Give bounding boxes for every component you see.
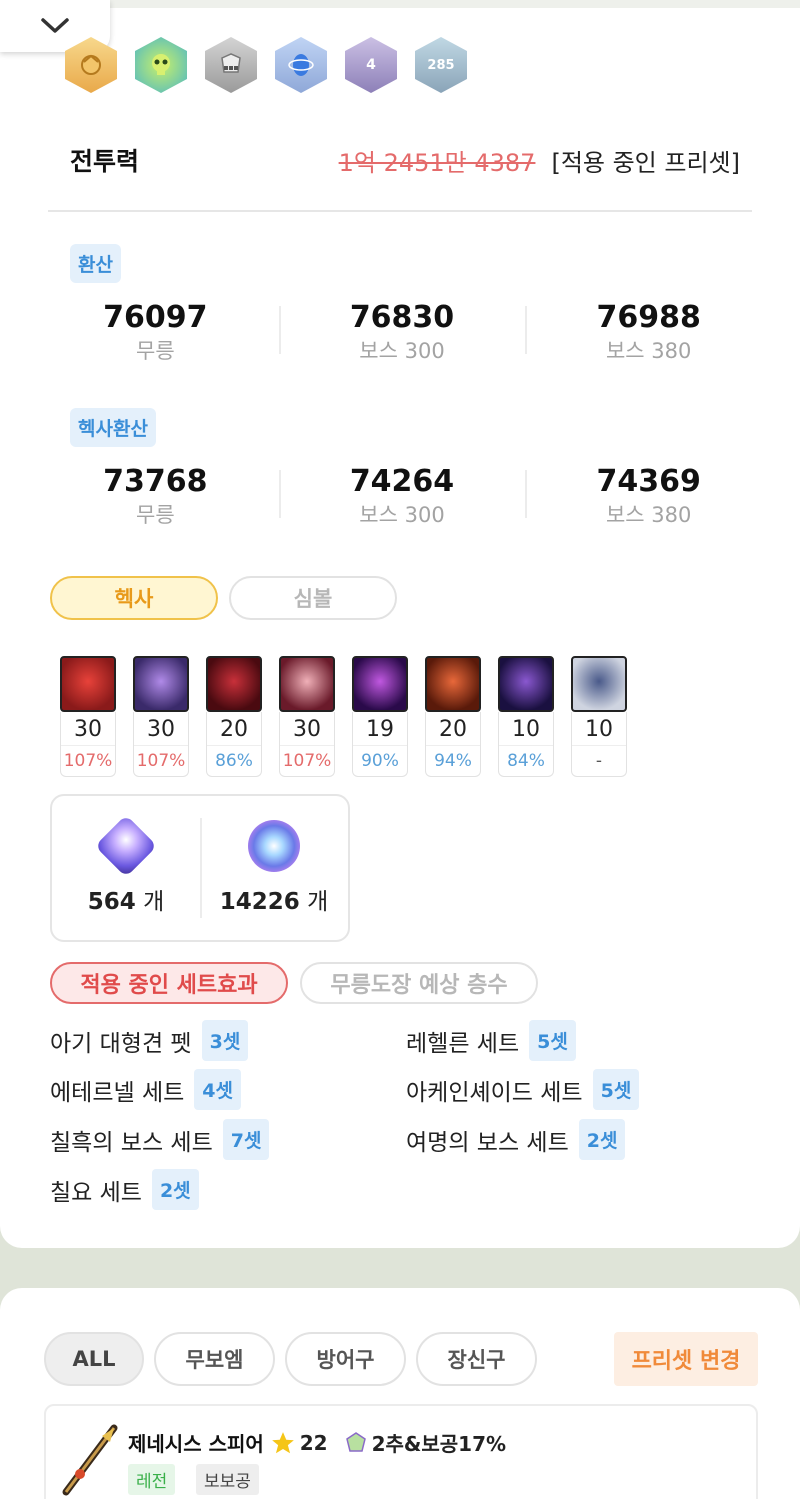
tab-hexa[interactable]: 헥사 xyxy=(50,576,218,620)
wizard-hat-badge-icon[interactable]: 4 xyxy=(344,36,398,94)
filter-all[interactable]: ALL xyxy=(44,1332,144,1386)
skill-level: 20 xyxy=(207,712,261,746)
skill-percent: 86% xyxy=(215,751,253,771)
hexa-skill-item[interactable]: 10 84% xyxy=(498,656,554,777)
star-icon xyxy=(271,1431,294,1453)
potential-summary: 2추&보공17% xyxy=(371,1432,507,1456)
combat-power-label: 전투력 xyxy=(70,147,140,176)
hexa-conversion-tag: 헥사환산 xyxy=(70,408,156,447)
hexa-skill-item[interactable]: 19 90% xyxy=(352,656,408,777)
stat-boss-380: 76988 보스 380 xyxy=(525,300,772,370)
tab-mureung-floor-estimate[interactable]: 무릉도장 예상 층수 xyxy=(300,962,538,1004)
spear-icon xyxy=(62,1424,118,1496)
combat-power-row: 전투력 1억 2451만 4387 [적용 중인 프리셋] xyxy=(70,140,740,180)
skill-icon xyxy=(571,656,627,712)
skill-level: 10 xyxy=(572,712,626,746)
grade-badge: 레전 xyxy=(128,1464,176,1495)
skill-icon xyxy=(279,656,335,712)
hexa-skill-item[interactable]: 10 - xyxy=(571,656,627,777)
set-item: 아케인셰이드 세트 5셋 xyxy=(406,1069,640,1110)
skill-icon xyxy=(133,656,189,712)
potential-gem-icon xyxy=(345,1431,366,1452)
skill-percent: 94% xyxy=(434,751,472,771)
hexa-skill-item[interactable]: 30 107% xyxy=(279,656,335,777)
skill-level: 20 xyxy=(426,712,480,746)
crystal-fragment-icon xyxy=(94,814,158,878)
sol-erda-energy: 14226 개 xyxy=(200,796,348,940)
set-item: 아기 대형견 펫 3셋 xyxy=(50,1020,249,1061)
set-item: 칠요 세트 2셋 xyxy=(50,1169,199,1210)
skill-icon xyxy=(206,656,262,712)
hexa-skills-list: 30 107% 30 107% 20 86% 30 107% 19 90% 20 94% 10 84% 10… xyxy=(60,656,627,777)
hexa-skill-item[interactable]: 20 86% xyxy=(206,656,262,777)
skill-percent: 84% xyxy=(507,751,545,771)
skill-icon xyxy=(60,656,116,712)
skill-level: 30 xyxy=(134,712,188,746)
achievement-badges: 4 285 xyxy=(64,36,468,94)
armor-badge-icon[interactable] xyxy=(204,36,258,94)
chevron-down-icon xyxy=(41,18,69,33)
skill-percent: 107% xyxy=(63,751,113,771)
section-divider xyxy=(48,210,752,212)
fragment-unit: 개 xyxy=(143,889,165,915)
skill-level: 10 xyxy=(499,712,553,746)
conversion-tag: 환산 xyxy=(70,244,121,283)
stat-mureung: 76097 무릉 xyxy=(103,300,208,363)
filter-armor[interactable]: 방어구 xyxy=(285,1332,406,1386)
skill-icon xyxy=(498,656,554,712)
filter-accessory[interactable]: 장신구 xyxy=(416,1332,537,1386)
hexa-skill-item[interactable]: 30 107% xyxy=(60,656,116,777)
hexa-skill-item[interactable]: 20 94% xyxy=(425,656,481,777)
skill-percent: 107% xyxy=(282,751,332,771)
preset-label: [적용 중인 프리셋] xyxy=(551,148,740,177)
conversion-stats: 76097 무릉 76830 보스 300 76988 보스 380 xyxy=(32,300,772,370)
tab-active-set-effects[interactable]: 적용 중인 세트효과 xyxy=(50,962,288,1004)
preset-change-button[interactable]: 프리셋 변경 xyxy=(614,1332,758,1386)
skill-percent: 107% xyxy=(136,751,186,771)
skill-level: 19 xyxy=(353,712,407,746)
star-force-count: 22 xyxy=(299,1430,328,1455)
fragment-count: 564 xyxy=(87,889,136,915)
energy-count: 14226 xyxy=(219,889,300,915)
combat-power-value: 1억 2451만 4387 xyxy=(338,148,536,177)
skill-percent: 90% xyxy=(361,751,399,771)
skill-level: 30 xyxy=(280,712,334,746)
option-badge: 보보공 xyxy=(196,1464,259,1495)
set-item: 여명의 보스 세트 2셋 xyxy=(406,1119,626,1160)
skill-percent: - xyxy=(595,751,603,771)
hexa-stat-mureung: 73768 무릉 xyxy=(103,464,208,527)
stat-boss-300: 76830 보스 300 xyxy=(278,300,526,370)
skill-icon xyxy=(425,656,481,712)
energy-unit: 개 xyxy=(307,889,329,915)
set-item: 에테르넬 세트 4셋 xyxy=(50,1069,241,1110)
hexa-stat-boss-380: 74369 보스 380 xyxy=(525,464,772,534)
blue-orb-badge-icon[interactable] xyxy=(274,36,328,94)
fragment-summary: 564 개 14226 개 xyxy=(50,794,350,942)
gold-crest-badge-icon[interactable] xyxy=(64,36,118,94)
filter-weapon[interactable]: 무보엠 xyxy=(154,1332,275,1386)
hexa-skill-item[interactable]: 30 107% xyxy=(133,656,189,777)
green-skull-badge-icon[interactable] xyxy=(134,36,188,94)
sol-erda-fragment: 564 개 xyxy=(52,796,200,940)
equipment-item[interactable]: 제네시스 스피어 22 2추&보공17% 레전 보보공 xyxy=(44,1404,758,1499)
potion-badge-icon[interactable]: 285 xyxy=(414,36,468,94)
top-divider xyxy=(110,0,800,8)
item-name: 제네시스 스피어 xyxy=(128,1432,264,1456)
set-item: 칠흑의 보스 세트 7셋 xyxy=(50,1119,270,1160)
tab-symbol[interactable]: 심볼 xyxy=(229,576,397,620)
swirl-orb-icon xyxy=(248,820,300,872)
hexa-stat-boss-300: 74264 보스 300 xyxy=(278,464,526,534)
hexa-conversion-stats: 73768 무릉 74264 보스 300 74369 보스 380 xyxy=(32,464,772,534)
skill-level: 30 xyxy=(61,712,115,746)
skill-icon xyxy=(352,656,408,712)
set-item: 레헬른 세트 5셋 xyxy=(406,1020,576,1061)
